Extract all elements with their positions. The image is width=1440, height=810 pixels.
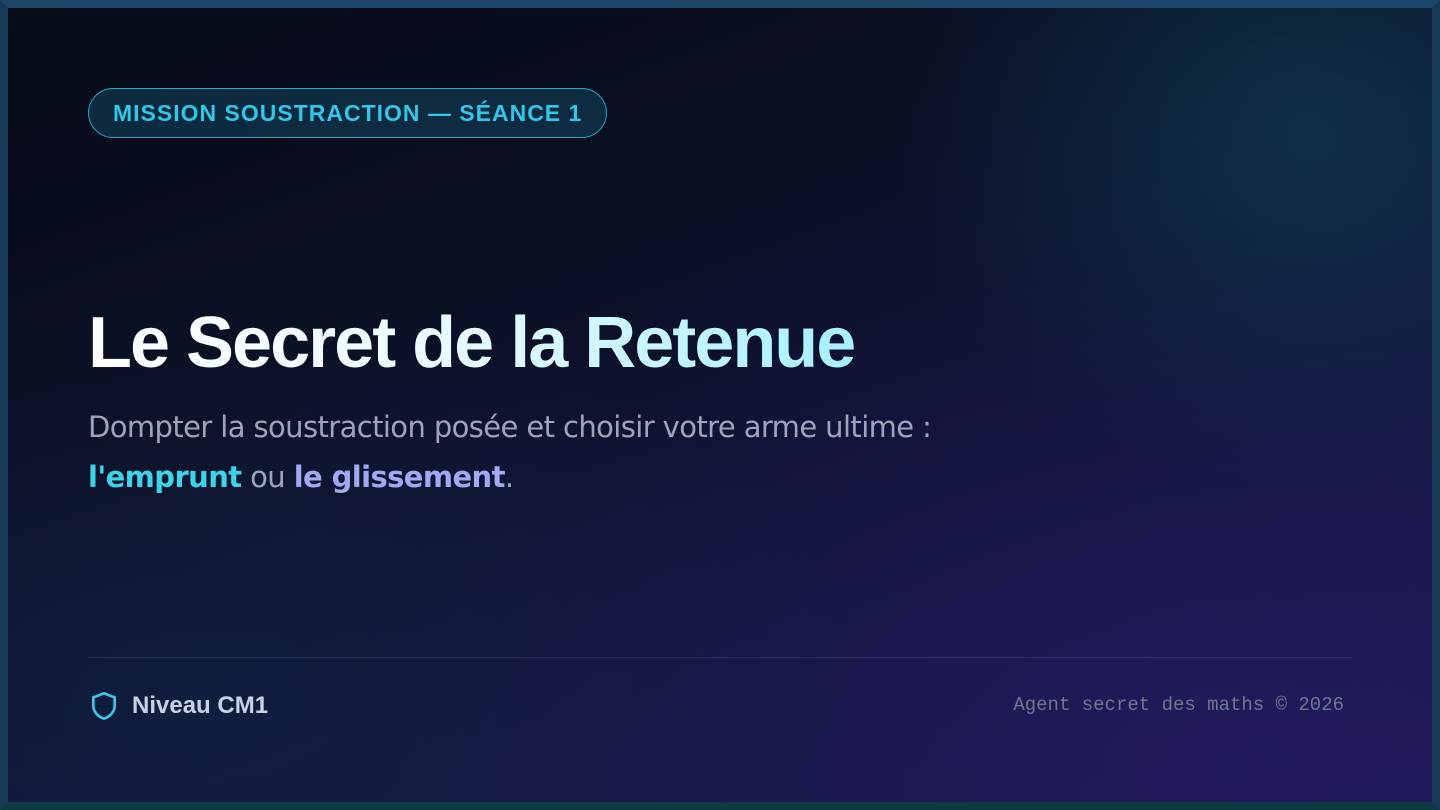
level-label: Niveau CM1 xyxy=(132,692,269,719)
slide: MISSION SOUSTRACTION — SÉANCE 1 Le Secre… xyxy=(0,0,1440,810)
connector-text: ou xyxy=(241,460,294,494)
subtitle-line-1: Dompter la soustraction posée et choisir… xyxy=(88,410,932,444)
subtitle-line-2: l'emprunt ou le glissement. xyxy=(88,452,1088,502)
end-punctuation: . xyxy=(504,460,514,494)
footer-divider xyxy=(88,657,1352,658)
subtitle: Dompter la soustraction posée et choisir… xyxy=(88,402,1088,502)
mission-badge-label: MISSION SOUSTRACTION — SÉANCE 1 xyxy=(113,99,583,126)
level-indicator: Niveau CM1 xyxy=(88,688,268,724)
method-borrow: l'emprunt xyxy=(88,460,242,494)
mission-badge: MISSION SOUSTRACTION — SÉANCE 1 xyxy=(88,88,608,138)
shield-icon xyxy=(88,690,120,722)
method-slide: le glissement xyxy=(293,460,506,494)
copyright-text: Agent secret des maths © 2026 xyxy=(1013,694,1344,716)
page-title: Le Secret de la Retenue xyxy=(88,298,856,388)
